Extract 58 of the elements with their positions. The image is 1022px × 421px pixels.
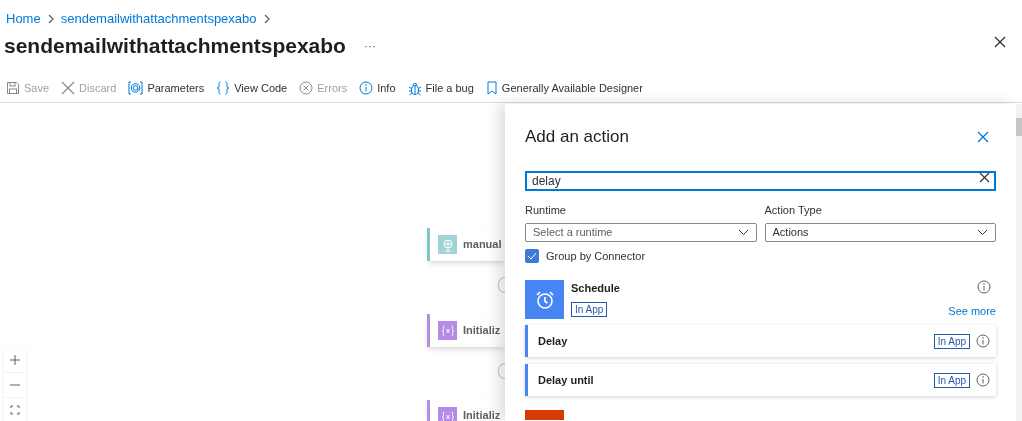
variable-icon (438, 407, 457, 421)
plus-icon (9, 354, 21, 366)
close-icon (61, 81, 76, 96)
in-app-badge: In App (571, 301, 608, 317)
globe-icon (438, 235, 457, 254)
fit-view-icon (10, 405, 20, 415)
search-field[interactable]: delay (525, 171, 996, 191)
see-more-link[interactable]: See more (948, 302, 996, 319)
save-icon (6, 81, 20, 96)
in-app-badge: In App (933, 372, 970, 388)
breadcrumb-link[interactable]: sendemailwithattachmentspexabo (60, 9, 257, 29)
info-icon (976, 334, 990, 348)
connector-name: Schedule (571, 281, 620, 296)
code-button[interactable]: View Code (216, 80, 288, 97)
info-icon (976, 373, 990, 387)
action-item[interactable]: Delay In App (525, 325, 996, 357)
info-icon (977, 280, 991, 294)
workflow-node[interactable]: Initializ (427, 314, 505, 347)
field-label: Runtime (525, 203, 567, 218)
info-button[interactable]: Info (359, 80, 396, 97)
page-title: sendemailwithattachmentspexabo (4, 33, 346, 59)
workflow-node[interactable]: manual (427, 228, 505, 261)
clear-icon[interactable] (979, 172, 990, 183)
close-icon[interactable] (994, 36, 1006, 48)
node-label: Initializ (463, 408, 501, 421)
breadcrumb-link[interactable]: Home (6, 9, 41, 29)
chevron-icon (46, 13, 55, 24)
info-icon (359, 81, 374, 96)
in-app-badge: In App (933, 333, 970, 349)
variable-icon (438, 321, 457, 340)
field-label: Action Type (764, 203, 823, 218)
action-label: Delay until (538, 372, 594, 388)
error-icon (299, 81, 314, 96)
connector-icon (525, 410, 564, 420)
workflow-node[interactable]: Initializ (427, 400, 505, 421)
node-label: manual (463, 237, 502, 253)
checkbox-label: Group by Connector (546, 248, 646, 264)
bookmark-button[interactable]: Generally Available Designer (485, 80, 643, 97)
dropdown[interactable]: Actions (764, 222, 996, 242)
chevron-icon (737, 228, 749, 236)
bookmark-icon (485, 81, 498, 96)
check-icon (527, 251, 537, 260)
bug-icon (407, 80, 422, 96)
braces-icon (216, 81, 231, 96)
alarm-clock-icon (525, 280, 564, 319)
action-label: Delay (538, 333, 568, 349)
more-button[interactable]: ··· (363, 36, 376, 55)
panel-title: Add an action (525, 126, 629, 149)
bug-button[interactable]: File a bug (407, 80, 474, 97)
action-item[interactable]: Delay until In App (525, 364, 996, 396)
at-sign-icon (128, 81, 144, 96)
chevron-icon (262, 13, 271, 24)
node-label: Initializ (463, 323, 501, 339)
checkbox[interactable] (525, 248, 539, 263)
parameters-button[interactable]: Parameters (128, 80, 205, 97)
scrollbar-thumb[interactable] (1016, 118, 1022, 136)
chevron-icon (977, 228, 988, 236)
dropdown[interactable]: Select a runtime (525, 222, 757, 242)
